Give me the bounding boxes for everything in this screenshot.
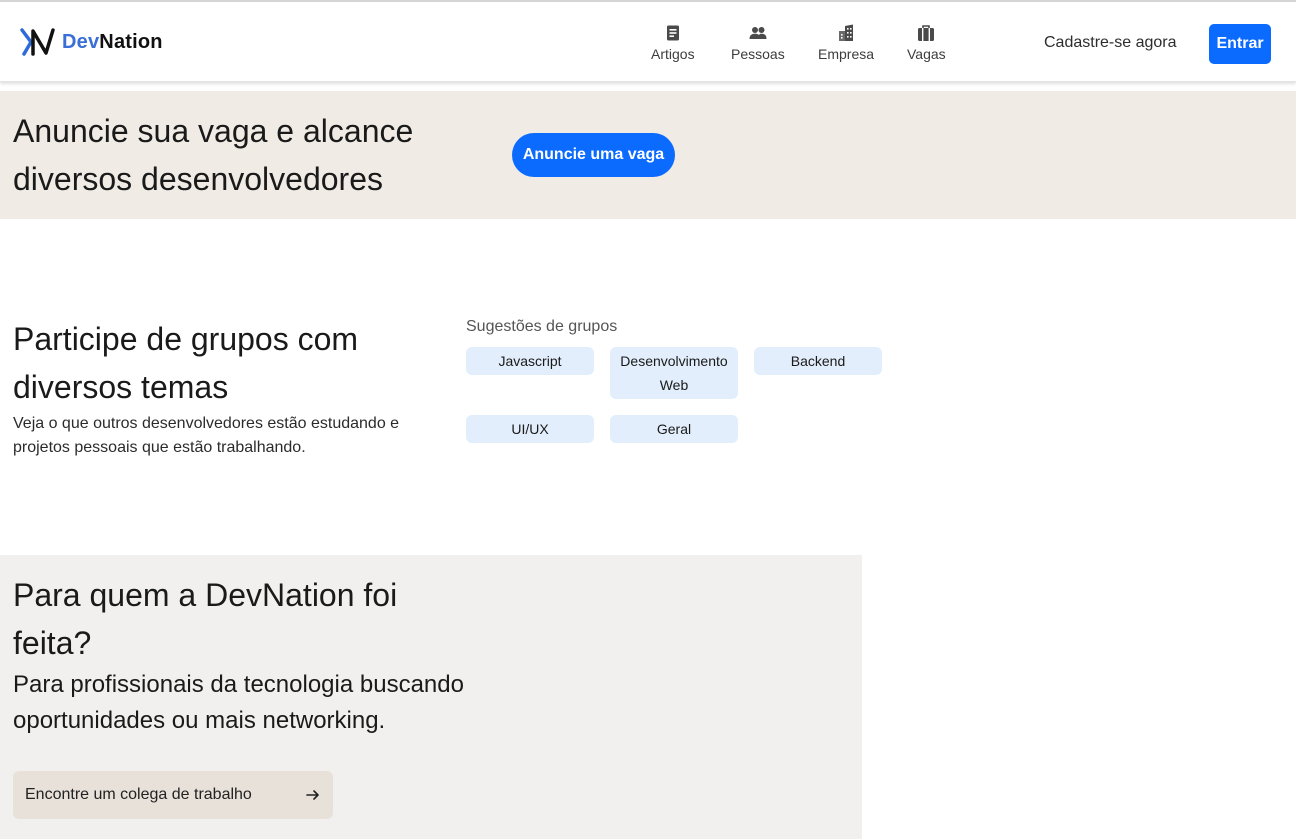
group-chip-desenvolvimento-web[interactable]: Desenvolvimento Web — [610, 347, 738, 399]
for-who-section: Para quem a DevNation foi feita? Para pr… — [0, 555, 862, 839]
logo-text-dev: Dev — [62, 30, 100, 53]
logo-text: DevNation — [62, 31, 163, 54]
devnation-logo-icon — [20, 28, 55, 56]
for-who-description: Para profissionais da tecnologia buscand… — [13, 671, 464, 734]
groups-description: Veja o que outros desenvolvedores estão … — [13, 415, 400, 456]
login-button[interactable]: Entrar — [1209, 24, 1271, 64]
nav-item-empresa[interactable]: Empresa — [818, 24, 874, 62]
logo-text-nation: Nation — [99, 30, 163, 53]
group-chip-javascript[interactable]: Javascript — [466, 347, 594, 375]
post-job-button[interactable]: Anuncie uma vaga — [512, 133, 675, 177]
nav-item-artigos[interactable]: Artigos — [651, 24, 695, 62]
group-chip-backend[interactable]: Backend — [754, 347, 882, 375]
article-icon — [666, 25, 679, 41]
group-chip-ui-ux[interactable]: UI/UX — [466, 415, 594, 443]
devnation-logo[interactable]: DevNation — [20, 26, 163, 58]
groups-title: Participe de grupos com diversos temas — [13, 321, 359, 405]
briefcase-icon — [918, 25, 935, 41]
nav-item-vagas[interactable]: Vagas — [907, 24, 946, 62]
banner-title: Anuncie sua vaga e alcance diversos dese… — [13, 113, 414, 197]
job-ad-banner: Anuncie sua vaga e alcance diversos dese… — [0, 91, 1296, 219]
nav-label-empresa: Empresa — [818, 46, 875, 62]
for-who-title: Para quem a DevNation foi feita? — [13, 577, 398, 661]
nav-label-pessoas: Pessoas — [731, 46, 785, 62]
find-colleague-button[interactable]: Encontre um colega de trabalho — [13, 771, 333, 819]
top-navbar: DevNation Artigos Pessoas Empresa Vagas … — [0, 2, 1296, 82]
nav-label-vagas: Vagas — [907, 46, 946, 62]
signup-link[interactable]: Cadastre-se agora — [1044, 34, 1177, 52]
building-icon — [839, 24, 854, 41]
people-icon — [749, 27, 767, 39]
group-chip-geral[interactable]: Geral — [610, 415, 738, 443]
nav-label-artigos: Artigos — [651, 46, 695, 62]
arrow-right-icon — [306, 790, 319, 800]
nav-item-pessoas[interactable]: Pessoas — [731, 24, 785, 62]
group-suggestions-label: Sugestões de grupos — [466, 318, 618, 335]
find-colleague-label: Encontre um colega de trabalho — [25, 786, 252, 803]
